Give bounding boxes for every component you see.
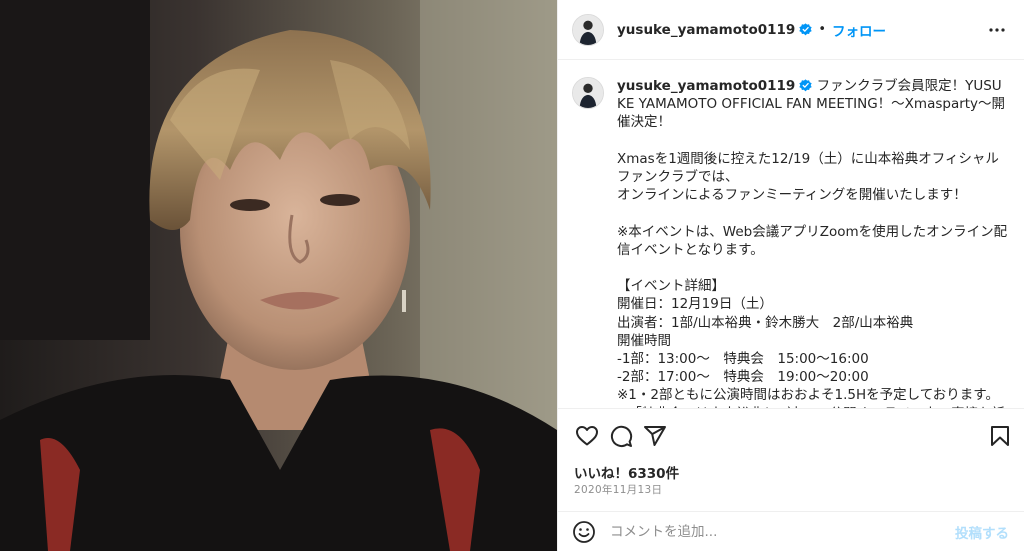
post-photo-illustration — [0, 0, 557, 551]
bookmark-icon — [991, 426, 1009, 446]
comment-input[interactable] — [610, 523, 940, 540]
save-button[interactable] — [983, 419, 1017, 453]
comment-button[interactable] — [604, 419, 638, 453]
caption-text: ファンクラブ会員限定！YUSUKE YAMAMOTO OFFICIAL FAN … — [617, 78, 1008, 408]
post-header: yusuke_yamamoto0119 • フォロー — [558, 0, 1024, 60]
caption-avatar[interactable] — [572, 77, 604, 109]
verified-badge-icon — [799, 23, 812, 36]
follow-button[interactable]: フォロー — [832, 20, 886, 40]
share-button[interactable] — [638, 419, 672, 453]
like-count[interactable]: いいね！6330件 — [574, 462, 679, 482]
avatar-image — [573, 78, 603, 108]
avatar[interactable] — [572, 13, 604, 46]
post-date[interactable]: 2020年11月13日 — [574, 482, 662, 497]
comment-icon — [610, 425, 633, 447]
post-comment-button[interactable]: 投稿する — [955, 522, 1009, 542]
verified-badge-icon — [799, 79, 812, 92]
share-icon — [644, 426, 666, 446]
avatar-image — [573, 14, 603, 45]
smiley-icon[interactable] — [572, 520, 596, 544]
header-separator: • — [818, 22, 826, 37]
heart-icon — [576, 426, 598, 446]
caption-body: yusuke_yamamoto0119 ファンクラブ会員限定！YUSUKE YA… — [617, 77, 1009, 408]
like-button[interactable] — [570, 419, 604, 453]
comment-box: 投稿する — [558, 512, 1024, 551]
post-photo[interactable] — [0, 0, 557, 551]
caption-username[interactable]: yusuke_yamamoto0119 — [617, 78, 795, 94]
caption-scroll-area[interactable]: yusuke_yamamoto0119 ファンクラブ会員限定！YUSUKE YA… — [558, 61, 1024, 408]
action-bar — [558, 418, 1024, 454]
post-detail-panel: yusuke_yamamoto0119 • フォロー yusuke_yamamo… — [557, 0, 1024, 551]
more-horizontal-icon — [989, 28, 1005, 32]
caption: yusuke_yamamoto0119 ファンクラブ会員限定！YUSUKE YA… — [572, 77, 1011, 408]
more-options-button[interactable] — [985, 18, 1009, 42]
header-username[interactable]: yusuke_yamamoto0119 — [617, 22, 795, 38]
divider — [558, 408, 1024, 409]
